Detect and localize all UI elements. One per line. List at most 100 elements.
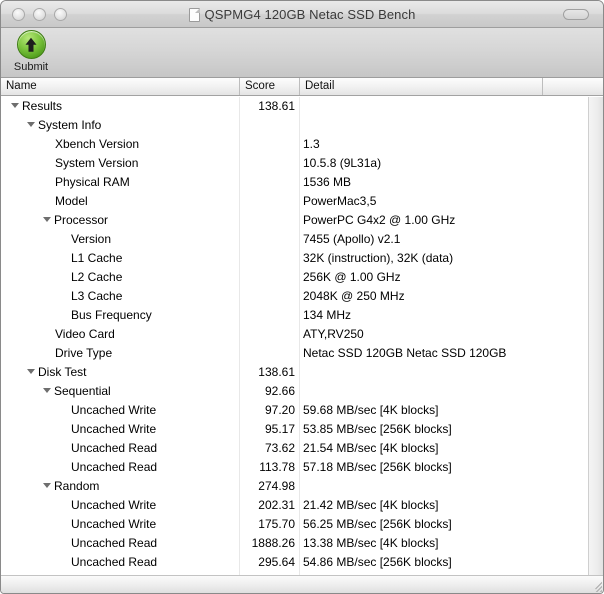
table-row[interactable]: System Info [1, 116, 603, 135]
row-name-cell: Uncached Write [1, 401, 239, 420]
column-header-extra[interactable] [543, 78, 603, 95]
row-name-cell: Physical RAM [1, 173, 239, 192]
row-name-cell: Uncached Write [1, 420, 239, 439]
table-row[interactable]: Uncached Read 73.62 21.54 MB/sec [4K block… [1, 439, 603, 458]
disclosure-triangle-icon[interactable] [43, 388, 51, 394]
row-score-cell: 95.17 [264, 422, 295, 436]
row-name-cell: Disk Test [1, 363, 239, 382]
row-name-label: Sequential [54, 384, 111, 398]
submit-button-label: Submit [13, 61, 49, 73]
row-name-label: System Info [38, 118, 102, 132]
table-row[interactable]: Model PowerMac3,5 [1, 192, 603, 211]
minimize-button[interactable] [33, 8, 46, 21]
row-detail-cell: 54.86 MB/sec [256K blocks] [303, 555, 452, 569]
row-name-cell: System Version [1, 154, 239, 173]
table-row[interactable]: Uncached Write 97.20 59.68 MB/sec [4K bloc… [1, 401, 603, 420]
vertical-scrollbar[interactable] [588, 97, 603, 575]
row-detail-cell: ATY,RV250 [303, 327, 364, 341]
table-row[interactable]: Processor PowerPC G4x2 @ 1.00 GHz [1, 211, 603, 230]
column-header-score[interactable]: Score [240, 78, 299, 95]
row-detail-cell [303, 97, 587, 116]
title-area: QSPMG4 120GB Netac SSD Bench [1, 1, 603, 28]
title-bar[interactable]: QSPMG4 120GB Netac SSD Bench [1, 1, 603, 28]
results-list: Results 138.61 System Info Xbench Version 1.… [1, 97, 603, 575]
toolbar: Submit [1, 28, 603, 78]
row-detail-cell: 13.38 MB/sec [4K blocks] [303, 536, 439, 550]
table-row[interactable]: Version 7455 (Apollo) v2.1 [1, 230, 603, 249]
row-detail-cell [303, 477, 587, 496]
row-name-label: Uncached Read [71, 441, 158, 455]
disclosure-triangle-icon[interactable] [43, 217, 51, 223]
submit-button[interactable]: Submit [8, 30, 54, 73]
row-score-cell [239, 287, 295, 306]
table-row[interactable]: System Version 10.5.8 (9L31a) [1, 154, 603, 173]
row-score-cell: 295.64 [258, 555, 295, 569]
disclosure-triangle-icon[interactable] [11, 103, 19, 109]
row-name-label: Bus Frequency [71, 308, 152, 322]
table-row[interactable]: Disk Test 138.61 [1, 363, 603, 382]
table-row[interactable]: Sequential 92.66 [1, 382, 603, 401]
row-detail-cell: 53.85 MB/sec [256K blocks] [303, 422, 452, 436]
resize-grip-icon[interactable] [587, 577, 602, 592]
row-name-cell: Uncached Read [1, 553, 239, 572]
disclosure-triangle-icon[interactable] [27, 122, 35, 128]
row-name-label: Uncached Read [71, 555, 158, 569]
row-detail-cell [303, 382, 587, 401]
row-name-label: Xbench Version [55, 137, 140, 151]
table-row[interactable]: Uncached Read 113.78 57.18 MB/sec [256K bl… [1, 458, 603, 477]
table-row[interactable]: L2 Cache 256K @ 1.00 GHz [1, 268, 603, 287]
row-score-cell [239, 268, 295, 287]
row-name-cell: Uncached Write [1, 515, 239, 534]
row-name-cell: Random [1, 477, 239, 496]
row-score-cell: 97.20 [264, 403, 295, 417]
row-detail-cell: 21.42 MB/sec [4K blocks] [303, 498, 439, 512]
close-button[interactable] [12, 8, 25, 21]
table-row[interactable]: Results 138.61 [1, 97, 603, 116]
row-detail-cell: 32K (instruction), 32K (data) [303, 251, 454, 265]
table-row[interactable]: Uncached Write 202.31 21.42 MB/sec [4K blo… [1, 496, 603, 515]
disclosure-triangle-icon[interactable] [43, 483, 51, 489]
row-score-cell: 202.31 [258, 498, 295, 512]
toolbar-toggle-icon[interactable] [563, 9, 589, 20]
row-score-cell [239, 192, 295, 211]
row-detail-cell: 7455 (Apollo) v2.1 [303, 232, 401, 246]
row-name-cell: L3 Cache [1, 287, 239, 306]
table-row[interactable]: Uncached Write 95.17 53.85 MB/sec [256K bl… [1, 420, 603, 439]
row-name-cell: Processor [1, 211, 239, 230]
row-score-cell: 1888.26 [251, 536, 295, 550]
zoom-button[interactable] [54, 8, 67, 21]
column-header-name[interactable]: Name [1, 78, 239, 95]
row-name-label: L2 Cache [71, 270, 123, 284]
table-row[interactable]: Uncached Read 1888.26 13.38 MB/sec [4K blo… [1, 534, 603, 553]
row-name-cell: Results [1, 97, 239, 116]
row-name-cell: L1 Cache [1, 249, 239, 268]
row-score-cell [239, 306, 295, 325]
row-name-cell: L2 Cache [1, 268, 239, 287]
row-score-cell [239, 249, 295, 268]
table-row[interactable]: L3 Cache 2048K @ 250 MHz [1, 287, 603, 306]
table-row[interactable]: Video Card ATY,RV250 [1, 325, 603, 344]
row-detail-cell: 59.68 MB/sec [4K blocks] [303, 403, 439, 417]
horizontal-scrollbar[interactable] [1, 575, 603, 593]
table-row[interactable]: Random 274.98 [1, 477, 603, 496]
column-header-detail[interactable]: Detail [300, 78, 542, 95]
row-name-label: Uncached Write [71, 422, 157, 436]
row-detail-cell [303, 116, 587, 135]
table-row[interactable]: Drive Type Netac SSD 120GB Netac SSD 120G… [1, 344, 603, 363]
row-name-label: System Version [55, 156, 139, 170]
row-name-label: Model [55, 194, 88, 208]
disclosure-triangle-icon[interactable] [27, 369, 35, 375]
xbench-window: QSPMG4 120GB Netac SSD Bench Submit Name… [0, 0, 604, 594]
table-row[interactable]: Xbench Version 1.3 [1, 135, 603, 154]
table-row[interactable]: Uncached Read 295.64 54.86 MB/sec [256K bl… [1, 553, 603, 572]
table-row[interactable]: Uncached Write 175.70 56.25 MB/sec [256K b… [1, 515, 603, 534]
results-rows: Results 138.61 System Info Xbench Version 1.… [1, 97, 603, 572]
row-name-cell: System Info [1, 116, 239, 135]
upload-arrow-icon [16, 30, 46, 59]
row-detail-cell: 56.25 MB/sec [256K blocks] [303, 517, 452, 531]
row-detail-cell: 21.54 MB/sec [4K blocks] [303, 441, 439, 455]
table-row[interactable]: Bus Frequency 134 MHz [1, 306, 603, 325]
table-row[interactable]: L1 Cache 32K (instruction), 32K (data) [1, 249, 603, 268]
table-row[interactable]: Physical RAM 1536 MB [1, 173, 603, 192]
row-detail-cell: 1536 MB [303, 175, 352, 189]
